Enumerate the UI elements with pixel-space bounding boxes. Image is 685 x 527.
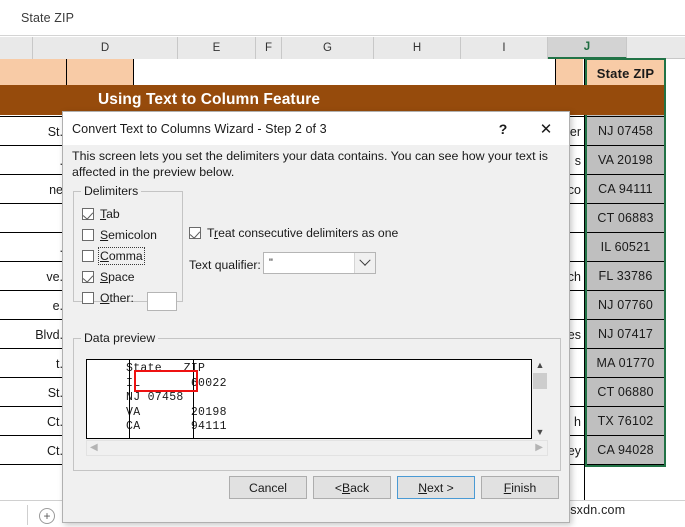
delimiter-label-space: Space xyxy=(100,270,135,284)
text-qualifier-value: " xyxy=(269,257,273,269)
beyond-column-j xyxy=(666,59,685,500)
preview-line: CA 94111 xyxy=(90,420,227,433)
table-cell[interactable]: St. xyxy=(0,117,66,146)
column-header-f[interactable]: F xyxy=(256,37,282,59)
table-cell[interactable] xyxy=(556,59,583,88)
column-j-cell[interactable]: NJ 07760 xyxy=(587,291,664,320)
text-qualifier-select[interactable]: " xyxy=(263,252,376,274)
delimiter-row-tab[interactable]: Tab xyxy=(82,206,120,222)
table-cell[interactable]: Blvd. xyxy=(0,320,66,349)
sheet-tab-area[interactable] xyxy=(2,505,28,525)
cancel-button[interactable]: Cancel xyxy=(229,476,307,499)
column-header-j[interactable]: J xyxy=(548,37,627,59)
scroll-right-icon[interactable]: ▶ xyxy=(535,441,543,455)
checkbox-tab[interactable] xyxy=(82,208,94,220)
scroll-left-icon[interactable]: ◀ xyxy=(90,441,98,455)
data-preview-vertical-scrollbar[interactable]: ▲ ▼ xyxy=(532,359,548,439)
column-header-g[interactable]: G xyxy=(282,37,374,59)
column-header-e[interactable]: E xyxy=(178,37,256,59)
formula-bar[interactable]: State ZIP xyxy=(0,0,685,36)
column-j-cell[interactable]: TX 76102 xyxy=(587,407,664,436)
table-cell[interactable]: t. xyxy=(0,349,66,378)
column-header-row: DEFGHIJ xyxy=(0,37,685,59)
scroll-down-icon[interactable]: ▼ xyxy=(536,426,545,439)
column-j-cell[interactable]: CT 06883 xyxy=(587,204,664,233)
table-cell[interactable]: ve. xyxy=(0,262,66,291)
table-cell[interactable]: Ct. xyxy=(0,407,66,436)
table-cell[interactable]: ne xyxy=(0,175,66,204)
table-cell[interactable] xyxy=(0,204,66,233)
delimiter-label-tab: Tab xyxy=(100,207,120,221)
watermark: wsxdn.com xyxy=(561,503,626,517)
checkbox-other[interactable] xyxy=(82,292,94,304)
space-checkbox-highlight xyxy=(134,370,198,392)
select-all-corner[interactable] xyxy=(0,37,33,59)
table-cell[interactable] xyxy=(0,59,66,88)
close-x-icon[interactable]: ✕ xyxy=(534,118,558,140)
other-delimiter-input[interactable] xyxy=(147,292,177,311)
preview-line: VA 20198 xyxy=(90,405,227,419)
formula-bar-value: State ZIP xyxy=(21,10,75,25)
delimiter-row-semicolon[interactable]: Semicolon xyxy=(82,227,157,243)
question-mark-icon[interactable]: ? xyxy=(492,118,514,140)
next-button[interactable]: Next > xyxy=(397,476,475,499)
text-qualifier-label: Text qualifier: xyxy=(189,258,261,272)
table-cell[interactable]: . xyxy=(0,233,66,262)
dialog-title: Convert Text to Columns Wizard - Step 2 … xyxy=(72,121,327,136)
delimiter-row-space[interactable]: Space xyxy=(82,269,135,285)
delimiter-label-semicolon: Semicolon xyxy=(100,228,157,242)
dialog-description: This screen lets you set the delimiters … xyxy=(72,149,548,179)
scroll-up-icon[interactable]: ▲ xyxy=(536,359,545,372)
column-header-i[interactable]: I xyxy=(461,37,548,59)
column-j-cell[interactable]: FL 33786 xyxy=(587,262,664,291)
screenshot-root: State ZIP DEFGHIJ ve.St.S.TneSa.ve.Be.Bl… xyxy=(0,0,685,527)
checkbox-semicolon[interactable] xyxy=(82,229,94,241)
grid-vline xyxy=(584,59,585,500)
finish-button[interactable]: Finish xyxy=(481,476,559,499)
scrollbar-thumb[interactable] xyxy=(533,373,547,389)
column-j-cell[interactable]: NJ 07458 xyxy=(587,117,664,146)
column-j-cell[interactable]: VA 20198 xyxy=(587,146,664,175)
delimiter-row-comma[interactable]: Comma xyxy=(82,247,145,265)
table-cell[interactable]: Ct. xyxy=(0,436,66,465)
back-button[interactable]: < Back xyxy=(313,476,391,499)
preview-column-separator[interactable] xyxy=(129,360,130,438)
treat-consecutive-row[interactable]: Treat consecutive delimiters as one xyxy=(189,226,398,240)
column-j-cell[interactable]: CA 94028 xyxy=(587,436,664,465)
column-j-cell[interactable]: CT 06880 xyxy=(587,378,664,407)
column-j-cell[interactable]: NJ 07417 xyxy=(587,320,664,349)
preview-line: NJ 07458 xyxy=(90,391,184,404)
delimiter-row-other[interactable]: Other: xyxy=(82,290,134,306)
delimiter-label-comma: Comma xyxy=(98,247,145,265)
column-header-d[interactable]: D xyxy=(33,37,178,59)
data-preview-legend: Data preview xyxy=(81,331,159,345)
dialog-title-bar[interactable]: Convert Text to Columns Wizard - Step 2 … xyxy=(63,112,569,145)
table-cell[interactable] xyxy=(67,59,133,88)
table-cell[interactable]: e. xyxy=(0,291,66,320)
column-j-cell[interactable]: CA 94111 xyxy=(587,175,664,204)
checkbox-space[interactable] xyxy=(82,271,94,283)
table-cell[interactable]: . xyxy=(0,146,66,175)
table-cell[interactable]: St. xyxy=(0,378,66,407)
banner-title: Using Text to Column Feature xyxy=(98,91,321,108)
column-j-header-cell[interactable]: State ZIP xyxy=(587,59,664,88)
treat-consecutive-label: Treat consecutive delimiters as one xyxy=(207,226,399,240)
treat-consecutive-checkbox[interactable] xyxy=(189,227,201,239)
text-to-columns-dialog: Convert Text to Columns Wizard - Step 2 … xyxy=(62,111,570,523)
add-sheet-icon[interactable]: + xyxy=(39,508,55,524)
delimiter-label-other: Other: xyxy=(100,291,134,305)
delimiters-legend: Delimiters xyxy=(81,184,142,198)
column-header-h[interactable]: H xyxy=(374,37,461,59)
data-preview-horizontal-scrollbar[interactable]: ◀ ▶ xyxy=(86,440,548,456)
column-j-cell[interactable]: IL 60521 xyxy=(587,233,664,262)
checkbox-comma[interactable] xyxy=(82,250,94,262)
delimiters-group: Delimiters Tab Semicolon Comma Space Other: xyxy=(73,184,183,311)
data-preview-group: Data preview State ZIP IL 60022 NJ 07458… xyxy=(73,331,561,471)
chevron-down-icon[interactable] xyxy=(354,253,375,273)
column-j-cell[interactable]: MA 01770 xyxy=(587,349,664,378)
